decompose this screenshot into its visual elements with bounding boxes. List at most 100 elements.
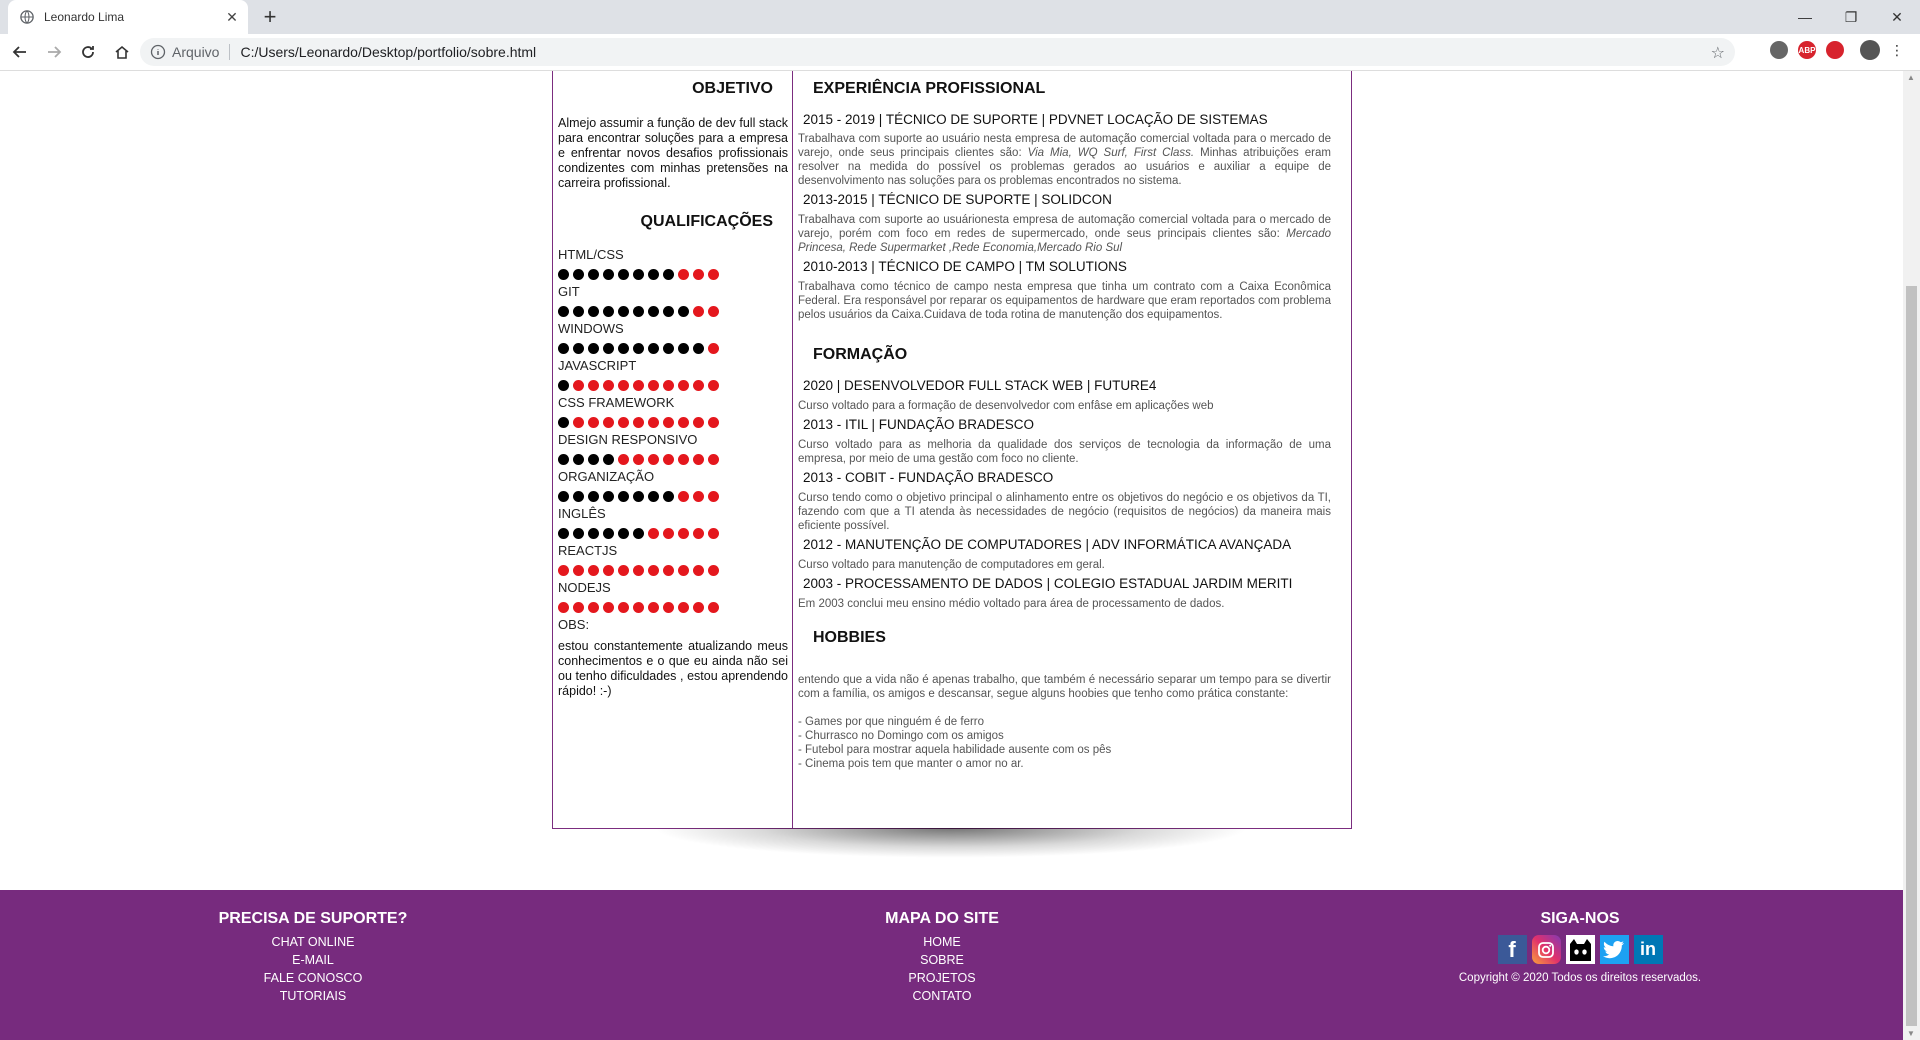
rating-dot-filled [573, 491, 584, 502]
rating-dot-empty [663, 528, 674, 539]
menu-icon[interactable]: ⋮ [1890, 42, 1904, 59]
nav-link-about[interactable]: SOBRE [842, 951, 1042, 969]
rating-dot-filled [603, 269, 614, 280]
rating-dot-filled [588, 528, 599, 539]
scrollbar-thumb[interactable] [1906, 286, 1917, 1026]
rating-dot-filled [633, 491, 644, 502]
vertical-scrollbar[interactable]: ▲ ▼ [1903, 71, 1920, 1040]
education-title: 2012 - MANUTENÇÃO DE COMPUTADORES | ADV … [803, 537, 1292, 552]
rating-dot-empty [648, 417, 659, 428]
support-heading: PRECISA DE SUPORTE? [218, 910, 408, 927]
forward-button[interactable] [40, 38, 68, 66]
site-footer: PRECISA DE SUPORTE? CHAT ONLINE E-MAIL F… [0, 890, 1903, 1040]
address-bar[interactable]: Arquivo C:/Users/Leonardo/Desktop/portfo… [140, 38, 1735, 66]
objective-heading: OBJETIVO [692, 80, 773, 97]
education-text: Curso voltado para as melhoria da qualid… [798, 439, 1331, 465]
obs-label: OBS: [558, 617, 590, 632]
home-icon [115, 45, 129, 59]
rating-dot-filled [603, 491, 614, 502]
scroll-up-icon[interactable]: ▲ [1907, 73, 1915, 82]
rating-dot-filled [633, 343, 644, 354]
new-tab-button[interactable]: + [258, 5, 282, 29]
rating-dot-empty [573, 565, 584, 576]
opera-icon[interactable] [1826, 41, 1844, 59]
instagram-icon[interactable] [1531, 935, 1561, 964]
back-button[interactable] [6, 38, 34, 66]
rating-dot-filled [573, 343, 584, 354]
home-button[interactable] [108, 38, 136, 66]
info-icon[interactable] [150, 44, 166, 60]
rating-dot-empty [678, 528, 689, 539]
restore-icon[interactable]: ❐ [1828, 0, 1874, 34]
rating-dot-empty [573, 380, 584, 391]
skill-name: JAVASCRIPT [558, 358, 637, 373]
url-text[interactable]: C:/Users/Leonardo/Desktop/portfolio/sobr… [240, 44, 536, 60]
social-icons: f in [1430, 935, 1730, 964]
close-tab-icon[interactable]: ✕ [222, 9, 242, 26]
rating-dot-filled [588, 454, 599, 465]
close-window-icon[interactable]: ✕ [1874, 0, 1920, 34]
linkedin-icon[interactable]: in [1633, 935, 1663, 964]
rating-dot-filled [603, 528, 614, 539]
rating-dot-empty [708, 417, 719, 428]
rating-dot-filled [573, 306, 584, 317]
minimize-icon[interactable]: — [1782, 0, 1828, 34]
experience-text: Trabalhava como técnico de campo nesta e… [798, 281, 1331, 321]
follow-heading: SIGA-NOS [1540, 910, 1620, 927]
rating-dot-filled [633, 306, 644, 317]
experience-text: Trabalhava com suporte ao usuárionesta e… [798, 213, 1331, 255]
sitemap-heading: MAPA DO SITE [885, 910, 999, 927]
avatar[interactable] [1860, 40, 1880, 60]
forward-arrow-icon [48, 46, 62, 58]
scroll-down-icon[interactable]: ▼ [1907, 1029, 1915, 1038]
rating-dot-filled [558, 269, 569, 280]
rating-dot-filled [603, 343, 614, 354]
skill-rating [558, 602, 788, 613]
reload-button[interactable] [74, 38, 102, 66]
rating-dot-filled [648, 343, 659, 354]
twitter-icon[interactable] [1599, 935, 1629, 964]
rating-dot-filled [603, 306, 614, 317]
rating-dot-empty [708, 343, 719, 354]
experience-title: 2010-2013 | TÉCNICO DE CAMPO | TM SOLUTI… [803, 259, 1127, 274]
adblock-icon[interactable]: ABP [1798, 41, 1816, 59]
rating-dot-filled [678, 306, 689, 317]
browser-tab[interactable]: Leonardo Lima ✕ [8, 0, 248, 34]
skill-name: INGLÊS [558, 506, 606, 521]
rating-dot-empty [708, 491, 719, 502]
nav-link-contact[interactable]: CONTATO [842, 987, 1042, 1005]
rating-dot-empty [693, 454, 704, 465]
skill-rating [558, 528, 788, 539]
rating-dot-empty [588, 380, 599, 391]
qualifications-heading: QUALIFICAÇÕES [640, 213, 773, 230]
support-link-chat[interactable]: CHAT ONLINE [213, 933, 413, 951]
support-link-tutorials[interactable]: TUTORIAIS [213, 987, 413, 1005]
globe-icon [20, 10, 34, 24]
card-shadow [652, 828, 1250, 858]
rating-dot-empty [708, 565, 719, 576]
nav-link-home[interactable]: HOME [842, 933, 1042, 951]
skill-rating [558, 417, 788, 428]
skill-name: CSS FRAMEWORK [558, 395, 675, 410]
skills-list: HTML/CSS GIT WINDOWS JAVASCRIPT CSS FRAMEWOR… [558, 247, 788, 613]
rating-dot-empty [693, 528, 704, 539]
extension-icon[interactable] [1770, 41, 1788, 59]
rating-dot-empty [603, 380, 614, 391]
rating-dot-empty [588, 602, 599, 613]
bookmark-star-icon[interactable]: ☆ [1711, 43, 1725, 63]
rating-dot-empty [588, 565, 599, 576]
hobbies-heading: HOBBIES [813, 629, 886, 646]
support-column: PRECISA DE SUPORTE? CHAT ONLINE E-MAIL F… [213, 910, 413, 1005]
support-link-email[interactable]: E-MAIL [213, 951, 413, 969]
divider [229, 44, 231, 60]
window-controls: — ❐ ✕ [1782, 0, 1920, 34]
support-link-contact[interactable]: FALE CONOSCO [213, 969, 413, 987]
rating-dot-empty [558, 565, 569, 576]
rating-dot-filled [558, 454, 569, 465]
nav-link-projects[interactable]: PROJETOS [842, 969, 1042, 987]
facebook-icon[interactable]: f [1497, 935, 1527, 964]
github-icon[interactable] [1565, 935, 1595, 964]
rating-dot-empty [603, 602, 614, 613]
rating-dot-empty [663, 565, 674, 576]
rating-dot-filled [648, 269, 659, 280]
